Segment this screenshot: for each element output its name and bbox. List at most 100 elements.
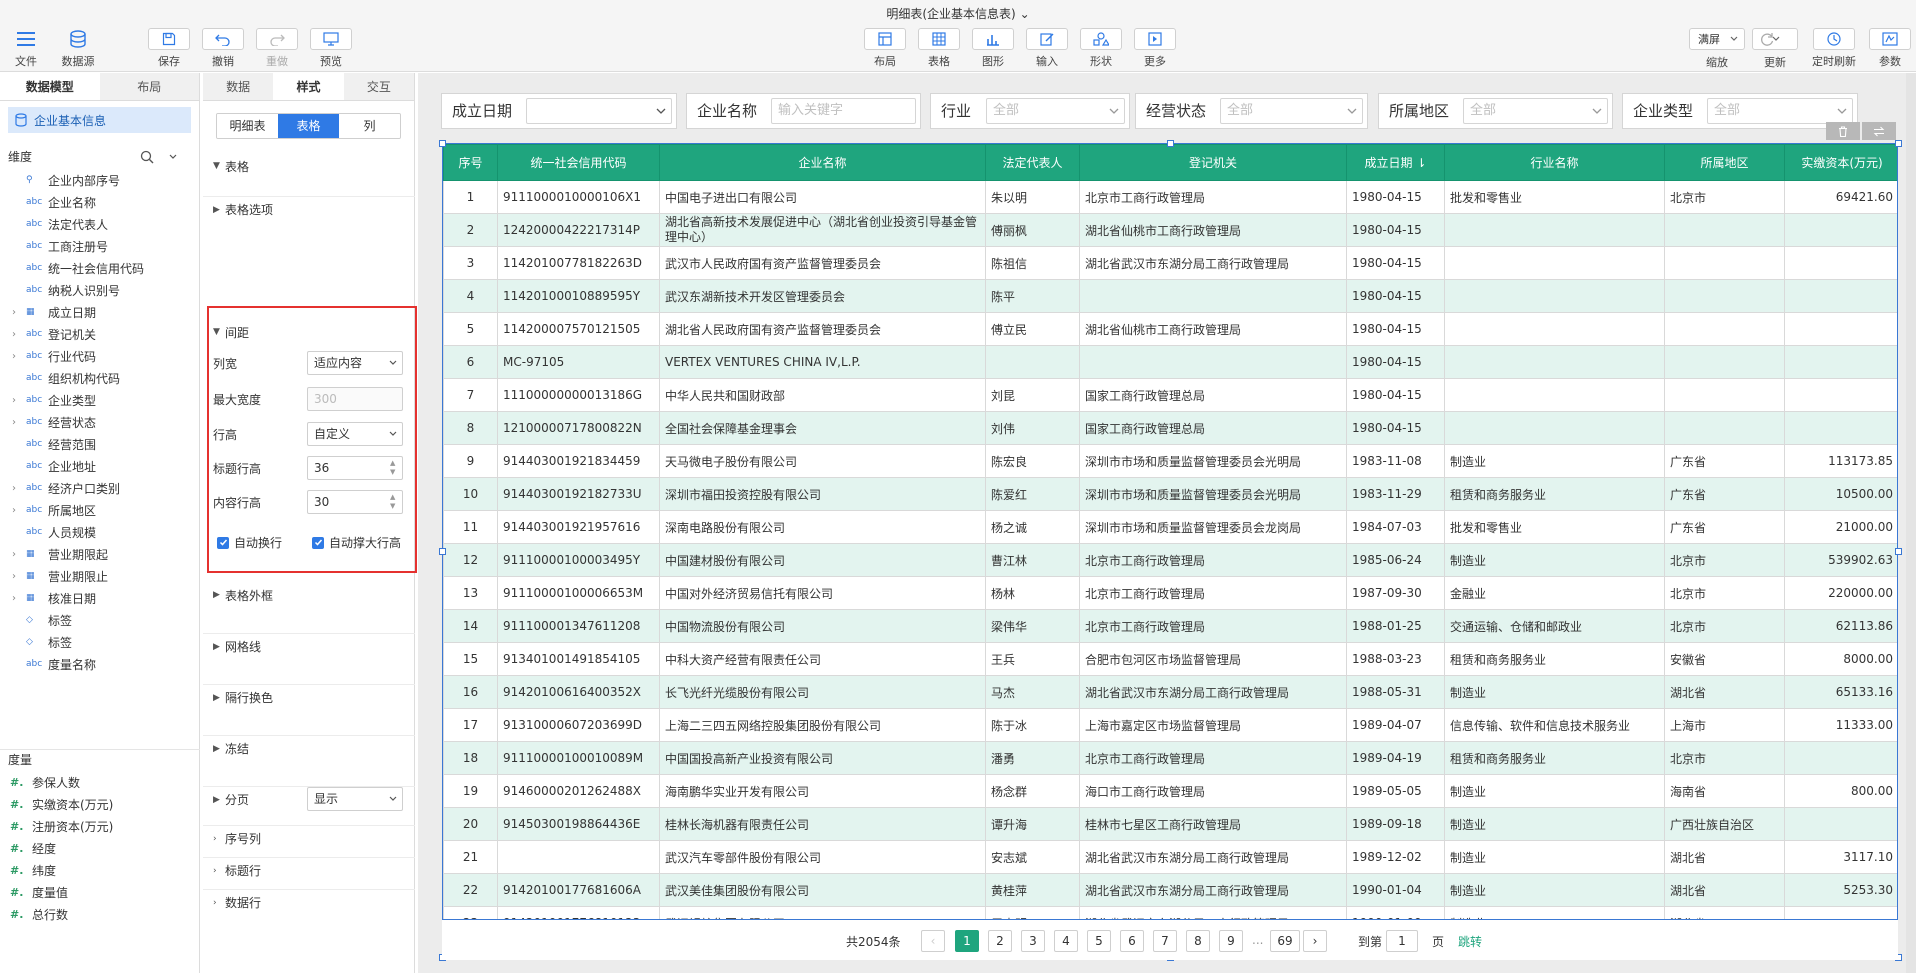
section-grid[interactable]: ▶ 网格线 bbox=[203, 633, 415, 659]
page-number-button[interactable]: 4 bbox=[1054, 930, 1078, 952]
subtab-column[interactable]: 列 bbox=[339, 114, 400, 138]
column-header[interactable]: 序号 bbox=[443, 144, 498, 181]
tab-interaction[interactable]: 交互 bbox=[343, 73, 414, 100]
expand-icon[interactable]: › bbox=[12, 351, 26, 362]
column-header[interactable]: 成立日期 ⇂ bbox=[1346, 144, 1445, 181]
tab-data-model[interactable]: 数据模型 bbox=[0, 73, 100, 100]
dimension-item[interactable]: abc 企业名称 bbox=[0, 191, 200, 213]
table-row[interactable]: 22 91420100177681606A 武汉美佳集团股份有限公司 黄桂萍 湖北省武汉… bbox=[443, 873, 1897, 907]
dimension-item[interactable]: abc 人员规模 bbox=[0, 521, 200, 543]
col-width-select[interactable]: 适应内容 bbox=[307, 351, 403, 375]
tab-style[interactable]: 样式 bbox=[273, 73, 344, 100]
dimension-item[interactable]: › ▦ 核准日期 bbox=[0, 587, 200, 609]
swap-button[interactable] bbox=[1862, 122, 1896, 140]
section-freeze[interactable]: ▶ 冻结 bbox=[203, 735, 415, 761]
preview-button[interactable]: 预览 bbox=[305, 28, 357, 70]
section-alt-color[interactable]: ▶ 隔行换色 bbox=[203, 684, 415, 710]
next-page-button[interactable]: › bbox=[1303, 930, 1327, 952]
stepper-icon[interactable]: ▲ ▼ bbox=[390, 459, 400, 477]
redo-button[interactable]: 重做 bbox=[251, 28, 303, 70]
auto-wrap-checkbox[interactable]: 自动换行 bbox=[217, 534, 282, 551]
page-number-button[interactable]: 3 bbox=[1021, 930, 1045, 952]
date-select[interactable] bbox=[526, 98, 672, 124]
table-row[interactable]: 18 91110000100010089M 中国国投高新产业投资有限公司 潘勇 北京市工… bbox=[443, 741, 1897, 775]
industry-select[interactable]: 全部 bbox=[986, 98, 1125, 124]
more-button[interactable]: 更多 bbox=[1129, 28, 1181, 70]
table-row[interactable]: 9 914403001921834459 天马微电子股份有限公司 陈宏良 深圳市市场和质… bbox=[443, 444, 1897, 478]
prev-page-button[interactable]: ‹ bbox=[921, 930, 945, 952]
business-status-select[interactable]: 全部 bbox=[1220, 98, 1363, 124]
table-row[interactable]: 8 12100000717800822N 全国社会保障基金理事会 刘伟 国家工商行政管理… bbox=[443, 411, 1897, 445]
dimension-item[interactable]: › ▦ 营业期限止 bbox=[0, 565, 200, 587]
measure-item[interactable]: #. 纬度 bbox=[0, 859, 200, 881]
expand-icon[interactable]: › bbox=[12, 593, 26, 604]
table-row[interactable]: 17 91310000607203699D 上海二三四五网络控股集团股份有限公司 陈于… bbox=[443, 708, 1897, 742]
delete-button[interactable] bbox=[1826, 122, 1860, 140]
dimension-item[interactable]: abc 组织机构代码 bbox=[0, 367, 200, 389]
document-title[interactable]: 明细表(企业基本信息表) ⌄ bbox=[0, 5, 1916, 22]
table-row[interactable]: 20 91450300198864436E 桂林长海机器有限责任公司 谭升海 桂林市七星… bbox=[443, 807, 1897, 841]
column-header[interactable]: 实缴资本(万元) bbox=[1784, 144, 1897, 181]
shape-button[interactable]: 形状 bbox=[1075, 28, 1127, 70]
dimension-item[interactable]: › abc 企业类型 bbox=[0, 389, 200, 411]
dimension-item[interactable]: abc 企业地址 bbox=[0, 455, 200, 477]
dimension-item[interactable]: abc 法定代表人 bbox=[0, 213, 200, 235]
chevron-down-icon[interactable] bbox=[168, 152, 178, 162]
resize-handle[interactable] bbox=[439, 140, 446, 147]
measure-item[interactable]: #. 参保人数 bbox=[0, 771, 200, 793]
table-row[interactable]: 10 91440300192182733U 深圳市福田投资控股有限公司 陈爱红 深圳市市… bbox=[443, 477, 1897, 511]
resize-handle[interactable] bbox=[1895, 548, 1902, 555]
param-button[interactable]: 参数 bbox=[1864, 28, 1916, 70]
timed-refresh-button[interactable]: 定时刷新 bbox=[1808, 28, 1860, 70]
dimension-item[interactable]: › abc 经营状态 bbox=[0, 411, 200, 433]
dimension-item[interactable]: ⚲ 企业内部序号 bbox=[0, 169, 200, 191]
column-header[interactable]: 法定代表人 bbox=[985, 144, 1080, 181]
expand-icon[interactable]: › bbox=[12, 483, 26, 494]
goto-button[interactable]: 跳转 bbox=[1458, 933, 1482, 950]
page-number-button[interactable]: 69 bbox=[1270, 930, 1300, 952]
dimension-item[interactable]: abc 纳税人识别号 bbox=[0, 279, 200, 301]
table-row[interactable]: 3 11420100778182263D 武汉市人民政府国有资产监督管理委员会 陈祖信… bbox=[443, 246, 1897, 280]
expand-icon[interactable]: › bbox=[12, 307, 26, 318]
dataset-item[interactable]: 企业基本信息 bbox=[8, 107, 191, 133]
subtab-table[interactable]: 表格 bbox=[278, 114, 339, 138]
auto-expand-checkbox[interactable]: 自动撑大行高 bbox=[312, 534, 401, 551]
expand-icon[interactable]: › bbox=[12, 505, 26, 516]
table-row[interactable]: 19 91460000201262488X 海南鹏华实业开发有限公司 杨念群 海口市工商… bbox=[443, 774, 1897, 808]
dimension-item[interactable]: › abc 行业代码 bbox=[0, 345, 200, 367]
save-button[interactable]: 保存 bbox=[143, 28, 195, 70]
section-table[interactable]: ▼ 表格 bbox=[203, 153, 415, 179]
zoom-select[interactable]: 满屏 bbox=[1689, 28, 1745, 50]
section-table-options[interactable]: ▶ 表格选项 bbox=[203, 196, 415, 222]
page-number-button[interactable]: 1 bbox=[955, 930, 979, 952]
content-height-input[interactable]: 30 ▲ ▼ bbox=[307, 490, 403, 514]
table-row[interactable]: 5 11420000757012150​5 湖北省人民政府国有资产监督管理委员会 傅立… bbox=[443, 312, 1897, 346]
column-header[interactable]: 统一社会信用代码 bbox=[497, 144, 660, 181]
page-number-button[interactable]: 6 bbox=[1120, 930, 1144, 952]
expand-icon[interactable]: › bbox=[12, 395, 26, 406]
section-spacing[interactable]: ▼ 间距 bbox=[203, 319, 415, 345]
table-row[interactable]: 12 91110000100003495Y 中国建材股份有限公司 曹江林 北京市工商行政… bbox=[443, 543, 1897, 577]
chart-button[interactable]: 图形 bbox=[967, 28, 1019, 70]
expand-icon[interactable]: › bbox=[12, 549, 26, 560]
table-row[interactable]: 16 91420100616400352X 长飞光纤光缆股份有限公司 马杰 湖北省武汉市… bbox=[443, 675, 1897, 709]
canvas-scrollbar[interactable] bbox=[1906, 73, 1916, 973]
expand-icon[interactable]: › bbox=[12, 571, 26, 582]
company-type-select[interactable]: 全部 bbox=[1707, 98, 1853, 124]
measure-item[interactable]: #. 注册资本(万元) bbox=[0, 815, 200, 837]
table-row[interactable]: 13 91110000100006653M 中国对外经济贸易信托有限公司 杨林 北京市工… bbox=[443, 576, 1897, 610]
input-button[interactable]: 输入 bbox=[1021, 28, 1073, 70]
measure-item[interactable]: #. 经度 bbox=[0, 837, 200, 859]
row-height-select[interactable]: 自定义 bbox=[307, 422, 403, 446]
table-row[interactable]: 1 9111000010000106X1 中国电子进出口有限公司 朱以明 北京市工商行政… bbox=[443, 180, 1897, 214]
max-width-input[interactable]: 300 bbox=[307, 387, 403, 411]
dimension-item[interactable]: ◇ 标签 bbox=[0, 631, 200, 653]
measure-item[interactable]: #. 度量值 bbox=[0, 881, 200, 903]
table-button[interactable]: 表格 bbox=[913, 28, 965, 70]
expand-icon[interactable]: › bbox=[12, 417, 26, 428]
dimension-item[interactable]: › ▦ 营业期限起 bbox=[0, 543, 200, 565]
dimension-item[interactable]: abc 度量名称 bbox=[0, 653, 200, 675]
dimension-item[interactable]: abc 统一社会信用代码 bbox=[0, 257, 200, 279]
goto-page-input[interactable]: 1 bbox=[1386, 930, 1418, 952]
region-select[interactable]: 全部 bbox=[1463, 98, 1608, 124]
